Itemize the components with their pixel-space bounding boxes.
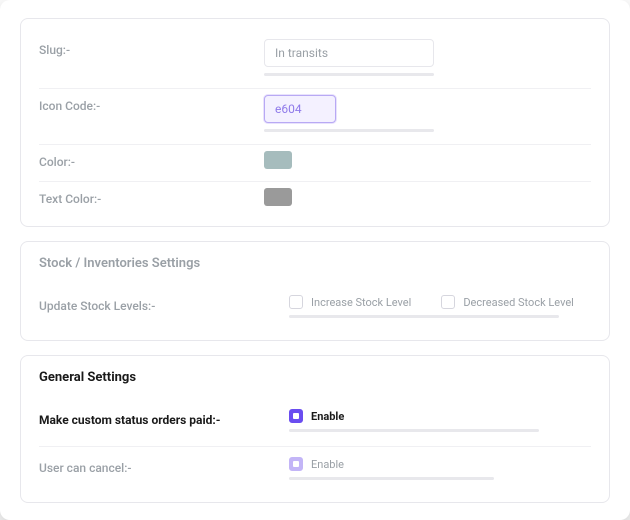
icon-code-input[interactable] <box>264 95 336 123</box>
paid-underline <box>289 429 539 432</box>
increase-stock-label: Increase Stock Level <box>311 296 411 309</box>
general-section-title: General Settings <box>39 370 591 385</box>
increase-stock-checkbox[interactable]: Increase Stock Level <box>289 295 411 309</box>
color-label: Color:- <box>39 151 264 169</box>
update-stock-field: Increase Stock Level Decreased Stock Lev… <box>289 295 591 318</box>
slug-label: Slug:- <box>39 39 264 57</box>
stock-checkbox-group: Increase Stock Level Decreased Stock Lev… <box>289 295 591 309</box>
cancel-field: Enable <box>289 457 591 480</box>
update-stock-label: Update Stock Levels:- <box>39 295 289 313</box>
icon-code-label: Icon Code:- <box>39 95 264 113</box>
checkbox-box-icon <box>289 295 303 309</box>
cancel-enable-checkbox[interactable]: Enable <box>289 457 591 471</box>
paid-label: Make custom status orders paid:- <box>39 409 289 427</box>
update-stock-row: Update Stock Levels:- Increase Stock Lev… <box>39 285 591 332</box>
paid-field: Enable <box>289 409 591 432</box>
stock-underline <box>289 315 559 318</box>
color-row: Color:- <box>39 145 591 182</box>
settings-frame: Slug:- Icon Code:- Color:- Text Color:- <box>0 0 630 520</box>
checkbox-checked-icon <box>289 457 303 471</box>
text-color-swatch[interactable] <box>264 188 292 206</box>
stock-section-title: Stock / Inventories Settings <box>39 256 591 271</box>
icon-code-row: Icon Code:- <box>39 89 591 145</box>
decrease-stock-checkbox[interactable]: Decreased Stock Level <box>441 295 574 309</box>
cancel-label: User can cancel:- <box>39 457 289 475</box>
decrease-stock-label: Decreased Stock Level <box>463 296 574 309</box>
general-card: General Settings Make custom status orde… <box>20 355 610 503</box>
color-swatch[interactable] <box>264 151 292 169</box>
text-color-row: Text Color:- <box>39 182 591 218</box>
icon-code-underline <box>264 129 434 132</box>
paid-enable-label: Enable <box>311 410 344 423</box>
cancel-row: User can cancel:- Enable <box>39 447 591 494</box>
status-card: Slug:- Icon Code:- Color:- Text Color:- <box>20 18 610 227</box>
cancel-enable-label: Enable <box>311 458 344 471</box>
slug-input[interactable] <box>264 39 434 67</box>
checkbox-box-icon <box>441 295 455 309</box>
checkbox-checked-icon <box>289 409 303 423</box>
stock-card: Stock / Inventories Settings Update Stoc… <box>20 241 610 341</box>
text-color-field <box>264 188 591 206</box>
paid-enable-checkbox[interactable]: Enable <box>289 409 591 423</box>
text-color-label: Text Color:- <box>39 188 264 206</box>
color-field <box>264 151 591 169</box>
paid-row: Make custom status orders paid:- Enable <box>39 399 591 447</box>
cancel-underline <box>289 477 494 480</box>
slug-row: Slug:- <box>39 33 591 89</box>
slug-field <box>264 39 591 76</box>
icon-code-field <box>264 95 591 132</box>
slug-underline <box>264 73 434 76</box>
